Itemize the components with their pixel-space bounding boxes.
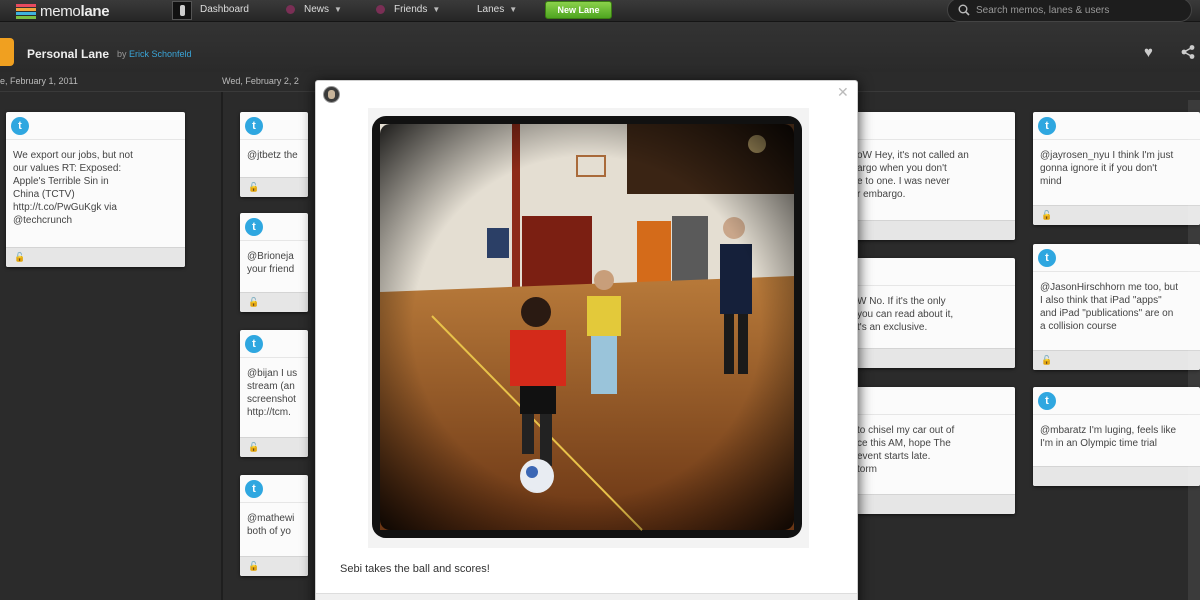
share-icon[interactable] xyxy=(1180,44,1196,60)
chevron-down-icon: ▼ xyxy=(432,5,441,14)
chevron-down-icon: ▼ xyxy=(334,5,342,14)
lock-icon[interactable]: 🔓 xyxy=(248,182,259,193)
scroll-edge[interactable] xyxy=(1188,100,1200,600)
memo-card-footer xyxy=(848,348,1015,368)
twitter-icon: t xyxy=(1038,117,1056,135)
twitter-icon: t xyxy=(1038,249,1056,267)
lane-byline: by Erick Schonfeld xyxy=(117,49,192,59)
memo-card-footer: 🔓 xyxy=(1033,350,1200,370)
close-icon[interactable]: ✕ xyxy=(837,84,849,101)
memo-text: @mbaratz I'm luging, feels like I'm in a… xyxy=(1040,425,1177,449)
memo-card[interactable]: t @bijan I us stream (an screenshot http… xyxy=(240,330,308,457)
memo-card[interactable]: t @jayrosen_nyu I think I'm just gonna i… xyxy=(1033,112,1200,225)
nav-dashboard-label: Dashboard xyxy=(200,4,249,15)
friends-icon xyxy=(376,5,385,14)
lock-icon[interactable]: 🔓 xyxy=(248,297,259,308)
lock-icon[interactable]: 🔓 xyxy=(1041,210,1052,221)
chevron-down-icon: ▼ xyxy=(509,5,518,14)
photo-image xyxy=(372,116,802,538)
twitter-icon: t xyxy=(11,117,29,135)
lock-icon[interactable]: 🔓 xyxy=(14,252,25,263)
twitter-icon: t xyxy=(1038,392,1056,410)
memo-card-footer: 🔓 xyxy=(240,556,308,576)
date-label: Wed, February 2, 2 xyxy=(222,76,299,86)
memo-card[interactable]: t @mathewi both of yo 🔓 xyxy=(240,475,308,576)
memo-text: @jayrosen_nyu I think I'm just gonna ign… xyxy=(1040,150,1174,187)
memo-card[interactable]: t @jtbetz the 🔓 xyxy=(240,112,308,197)
memolane-logo[interactable]: memolane xyxy=(16,2,110,20)
memo-text: @Brioneja your friend xyxy=(247,251,295,275)
memo-text: @jtbetz the xyxy=(247,150,298,161)
lock-icon[interactable]: 🔓 xyxy=(248,442,259,453)
lock-icon[interactable]: 🔓 xyxy=(1041,355,1052,366)
date-label: e, February 1, 2011 xyxy=(0,76,78,86)
twitter-icon: t xyxy=(245,480,263,498)
search-icon xyxy=(958,4,970,16)
memo-text: W No. If it's the only you can read abou… xyxy=(857,296,954,333)
lane-menu-tab[interactable] xyxy=(0,38,14,66)
heart-icon[interactable]: ♥ xyxy=(1144,44,1153,61)
lane-header xyxy=(0,22,1200,72)
memo-card-footer: 🔓 xyxy=(240,437,308,457)
author-link[interactable]: Erick Schonfeld xyxy=(129,49,192,59)
nav-friends[interactable]: Friends ▼ xyxy=(376,4,440,15)
modal-footer-toolbar xyxy=(316,593,857,600)
memo-card-footer xyxy=(848,220,1015,240)
memo-card[interactable]: t @Brioneja your friend 🔓 xyxy=(240,213,308,312)
user-avatar[interactable] xyxy=(172,1,192,20)
logo-stripes-icon xyxy=(16,3,36,19)
memo-card-footer: 🔓 xyxy=(1033,205,1200,225)
nav-friends-label: Friends xyxy=(394,4,428,15)
nav-news-label: News xyxy=(304,4,330,15)
memo-text: @mathewi both of yo xyxy=(247,513,295,537)
memo-card-footer xyxy=(848,494,1015,514)
memo-card-footer: 🔓 xyxy=(6,247,185,267)
memo-text: @bijan I us stream (an screenshot http:/… xyxy=(247,368,298,418)
nav-dashboard[interactable]: Dashboard xyxy=(200,4,249,15)
nav-lanes[interactable]: Lanes ▼ xyxy=(477,4,517,15)
lock-icon[interactable]: 🔓 xyxy=(248,561,259,572)
twitter-icon: t xyxy=(245,335,263,353)
memo-text: We export our jobs, but not our values R… xyxy=(13,150,133,226)
twitter-icon: t xyxy=(245,218,263,236)
memo-card-footer xyxy=(1033,466,1200,486)
logo-wordmark: memolane xyxy=(40,2,110,20)
lane-title: Personal Lane xyxy=(27,47,110,61)
memo-card[interactable]: oW Hey, it's not called an argo when you… xyxy=(848,112,1015,240)
memo-text: @JasonHirschhorn me too, but I also thin… xyxy=(1040,282,1178,332)
memo-card[interactable]: to chisel my car out of ce this AM, hope… xyxy=(848,387,1015,514)
nav-lanes-label: Lanes xyxy=(477,4,505,15)
search-input[interactable] xyxy=(976,4,1176,16)
photo-caption: Sebi takes the ball and scores! xyxy=(340,563,490,575)
memo-card[interactable]: W No. If it's the only you can read abou… xyxy=(848,258,1015,368)
memo-card[interactable]: t We export our jobs, but not our values… xyxy=(6,112,185,267)
byline-prefix: by xyxy=(117,49,127,59)
memo-photo[interactable] xyxy=(368,108,809,548)
nav-news[interactable]: News ▼ xyxy=(286,4,342,15)
memo-card[interactable]: t @mbaratz I'm luging, feels like I'm in… xyxy=(1033,387,1200,486)
news-icon xyxy=(286,5,295,14)
column-divider xyxy=(221,92,223,600)
search-box[interactable] xyxy=(947,0,1192,22)
memo-text: oW Hey, it's not called an argo when you… xyxy=(857,150,969,200)
memo-card[interactable]: t @JasonHirschhorn me too, but I also th… xyxy=(1033,244,1200,370)
top-nav-bar: memolane Dashboard News ▼ Friends ▼ Lane… xyxy=(0,0,1200,22)
twitter-icon: t xyxy=(245,117,263,135)
photo-author-avatar[interactable] xyxy=(323,86,340,103)
photo-memo-modal: ✕ Sebi takes the ball and scores! xyxy=(315,80,858,600)
memo-text: to chisel my car out of ce this AM, hope… xyxy=(857,425,955,475)
memo-card-footer: 🔓 xyxy=(240,177,308,197)
memo-card-footer: 🔓 xyxy=(240,292,308,312)
new-lane-button[interactable]: New Lane xyxy=(545,1,612,19)
